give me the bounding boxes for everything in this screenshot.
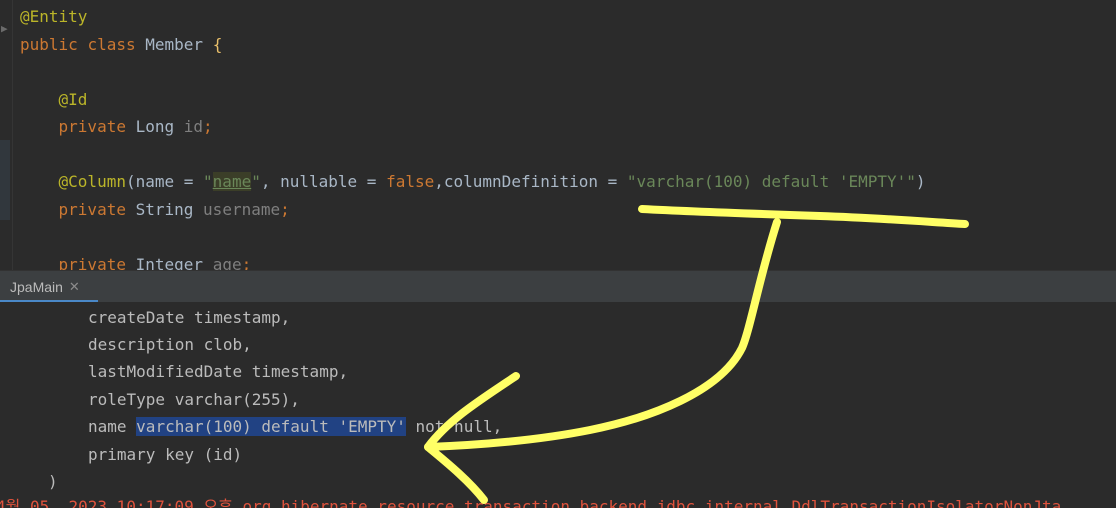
keyword-token: public xyxy=(20,35,78,54)
change-marker xyxy=(0,140,10,220)
code-line[interactable]: @Entity xyxy=(20,7,87,27)
tab-label: JpaMain xyxy=(10,279,63,295)
string-quote: " xyxy=(203,172,213,191)
field-token: username xyxy=(203,200,281,219)
keyword-token: private xyxy=(58,255,126,270)
gutter-separator xyxy=(12,0,13,270)
field-token: id xyxy=(183,117,204,136)
console-line: name varchar(100) default 'EMPTY' not nu… xyxy=(88,417,502,437)
code-line[interactable]: public class Member { xyxy=(20,35,222,55)
keyword-token: false xyxy=(386,172,435,191)
console-output[interactable]: createDate timestamp, description clob, … xyxy=(0,302,1116,508)
annotation-token: @Column xyxy=(58,172,126,191)
selected-text[interactable]: varchar(100) default 'EMPTY' xyxy=(136,417,406,436)
code-line[interactable]: private Integer age; xyxy=(20,255,252,270)
code-editor[interactable]: ▶ @Entity public class Member { @Id priv… xyxy=(0,0,1116,270)
console-line: roleType varchar(255), xyxy=(88,390,300,409)
code-text: ,columnDefinition = xyxy=(434,172,627,191)
close-icon[interactable]: ✕ xyxy=(69,279,80,295)
run-toolwindow-header: JpaMain ✕ xyxy=(0,270,1116,303)
field-token: age xyxy=(212,255,242,270)
semicolon-token: ; xyxy=(280,200,290,219)
editor-gutter[interactable] xyxy=(0,0,12,270)
code-text: (name = xyxy=(125,172,204,191)
string-token: "varchar(100) default 'EMPTY'" xyxy=(626,172,916,191)
code-line[interactable]: private String username; xyxy=(20,200,290,220)
semicolon-token: ; xyxy=(241,255,252,270)
type-token: Integer xyxy=(135,255,204,270)
console-line: primary key (id) xyxy=(88,445,243,464)
code-text: , nullable = xyxy=(260,172,387,191)
console-text: name xyxy=(88,417,137,436)
brace-token: { xyxy=(212,35,223,54)
tab-jpamain[interactable]: JpaMain ✕ xyxy=(0,271,90,303)
console-line: createDate timestamp, xyxy=(88,308,291,327)
class-name-token: Member xyxy=(145,35,204,54)
console-line: description clob, xyxy=(88,335,252,354)
keyword-token: private xyxy=(58,200,126,219)
fold-arrow-icon[interactable]: ▶ xyxy=(1,22,8,35)
code-line[interactable]: @Id xyxy=(20,90,88,110)
keyword-token: private xyxy=(58,117,126,136)
semicolon-token: ; xyxy=(203,117,213,136)
console-line: lastModifiedDate timestamp, xyxy=(88,362,349,381)
code-line[interactable]: @Column(name = "name", nullable = false,… xyxy=(20,172,926,192)
annotation-token: @Id xyxy=(58,90,88,109)
code-text: ) xyxy=(915,172,926,191)
string-quote: " xyxy=(251,172,261,191)
console-line: ) xyxy=(48,472,58,491)
annotation-token: @Entity xyxy=(20,7,88,26)
console-text: not null, xyxy=(405,417,503,436)
code-line[interactable]: private Long id; xyxy=(20,117,213,137)
keyword-token: class xyxy=(87,35,136,54)
type-token: String xyxy=(135,200,194,219)
console-log-line: 4월 05, 2023 10:17:09 오후 org.hibernate.re… xyxy=(0,497,1062,508)
name-highlight[interactable]: name xyxy=(212,172,252,191)
type-token: Long xyxy=(135,117,175,136)
